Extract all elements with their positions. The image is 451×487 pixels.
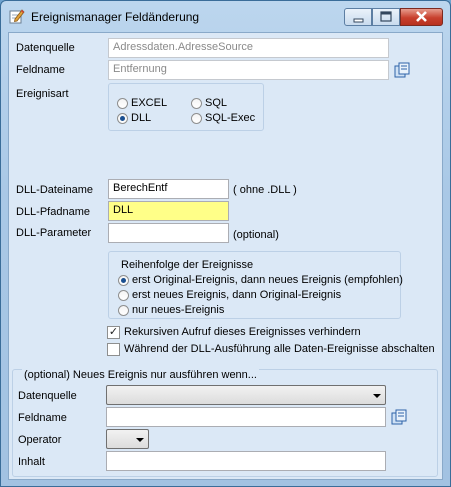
bedingung-inhalt-label: Inhalt xyxy=(18,456,45,468)
dll-abschalten-checkbox[interactable] xyxy=(107,343,120,356)
radio-reihenfolge-2-label: erst neues Ereignis, dann Original-Ereig… xyxy=(132,289,342,301)
radio-dll-label: DLL xyxy=(131,112,152,124)
pencil-edit-icon xyxy=(9,9,25,24)
minimize-icon xyxy=(353,18,364,23)
copy-icon[interactable] xyxy=(394,62,410,78)
radio-sql-exec-circle[interactable] xyxy=(191,113,202,124)
close-button[interactable] xyxy=(400,8,443,26)
datenquelle-field[interactable]: Adressdaten.AdresseSource xyxy=(108,38,389,58)
title-bar[interactable]: Ereignismanager Feldänderung xyxy=(1,1,450,33)
dll-abschalten-label: Während der DLL-Ausführung alle Daten-Er… xyxy=(124,343,435,355)
radio-dll-circle[interactable] xyxy=(117,113,128,124)
radio-sql-label: SQL xyxy=(205,97,228,109)
dialog-window: Ereignismanager Feldänderung Datenquelle… xyxy=(0,0,451,487)
feldname-label: Feldname xyxy=(16,64,65,76)
maximize-icon xyxy=(380,11,392,22)
radio-reihenfolge-1-label: erst Original-Ereignis, dann neues Ereig… xyxy=(132,274,403,286)
radio-excel-circle[interactable] xyxy=(117,98,128,109)
reihenfolge-group: Reihenfolge der Ereignisse erst Original… xyxy=(108,251,403,319)
datenquelle-label: Datenquelle xyxy=(16,42,75,54)
window-title: Ereignismanager Feldänderung xyxy=(31,10,200,24)
bedingung-feldname-label: Feldname xyxy=(18,412,67,424)
radio-reihenfolge-3-label: nur neues-Ereignis xyxy=(132,304,225,316)
chevron-down-icon xyxy=(373,394,381,398)
dll-pfadname-field[interactable]: DLL xyxy=(108,201,229,221)
radio-reihenfolge-1-circle[interactable] xyxy=(118,275,129,286)
dll-parameter-label: DLL-Parameter xyxy=(16,227,92,239)
rekursiv-checkbox[interactable]: ✓ xyxy=(107,326,120,339)
radio-sql-circle[interactable] xyxy=(191,98,202,109)
ereignisart-label: Ereignisart xyxy=(16,88,69,100)
close-icon xyxy=(416,11,427,22)
dll-dateiname-field[interactable]: BerechEntf xyxy=(108,179,229,199)
bedingung-group: (optional) Neues Ereignis nur ausführen … xyxy=(12,369,438,477)
bedingung-inhalt-field[interactable] xyxy=(106,451,386,471)
minimize-button[interactable] xyxy=(344,8,372,26)
bedingung-operator-select[interactable] xyxy=(106,429,149,449)
ereignisart-group: EXCEL DLL SQL SQL-Exec xyxy=(108,83,264,131)
copy-icon[interactable] xyxy=(391,409,407,425)
dll-dateiname-hint: ( ohne .DLL ) xyxy=(233,184,297,196)
bedingung-feldname-field[interactable] xyxy=(106,407,386,427)
chevron-down-icon xyxy=(136,438,144,442)
radio-reihenfolge-2-circle[interactable] xyxy=(118,290,129,301)
dll-pfadname-label: DLL-Pfadname xyxy=(16,206,90,218)
reihenfolge-title: Reihenfolge der Ereignisse xyxy=(121,259,254,271)
radio-sql-exec-label: SQL-Exec xyxy=(205,112,256,124)
dll-parameter-field[interactable] xyxy=(108,223,229,243)
bedingung-datenquelle-label: Datenquelle xyxy=(18,390,77,402)
bedingung-title: (optional) Neues Ereignis nur ausführen … xyxy=(22,369,259,381)
dialog-client-area: Datenquelle Adressdaten.AdresseSource Fe… xyxy=(8,32,443,480)
radio-reihenfolge-3-circle[interactable] xyxy=(118,305,129,316)
bedingung-datenquelle-select[interactable] xyxy=(106,385,386,405)
bedingung-operator-label: Operator xyxy=(18,434,62,446)
feldname-field[interactable]: Entfernung xyxy=(108,60,389,80)
dll-dateiname-label: DLL-Dateiname xyxy=(16,184,94,196)
radio-excel-label: EXCEL xyxy=(131,97,168,109)
maximize-button[interactable] xyxy=(372,8,400,26)
dll-parameter-hint: (optional) xyxy=(233,229,279,241)
rekursiv-label: Rekursiven Aufruf dieses Ereignisses ver… xyxy=(124,326,361,338)
